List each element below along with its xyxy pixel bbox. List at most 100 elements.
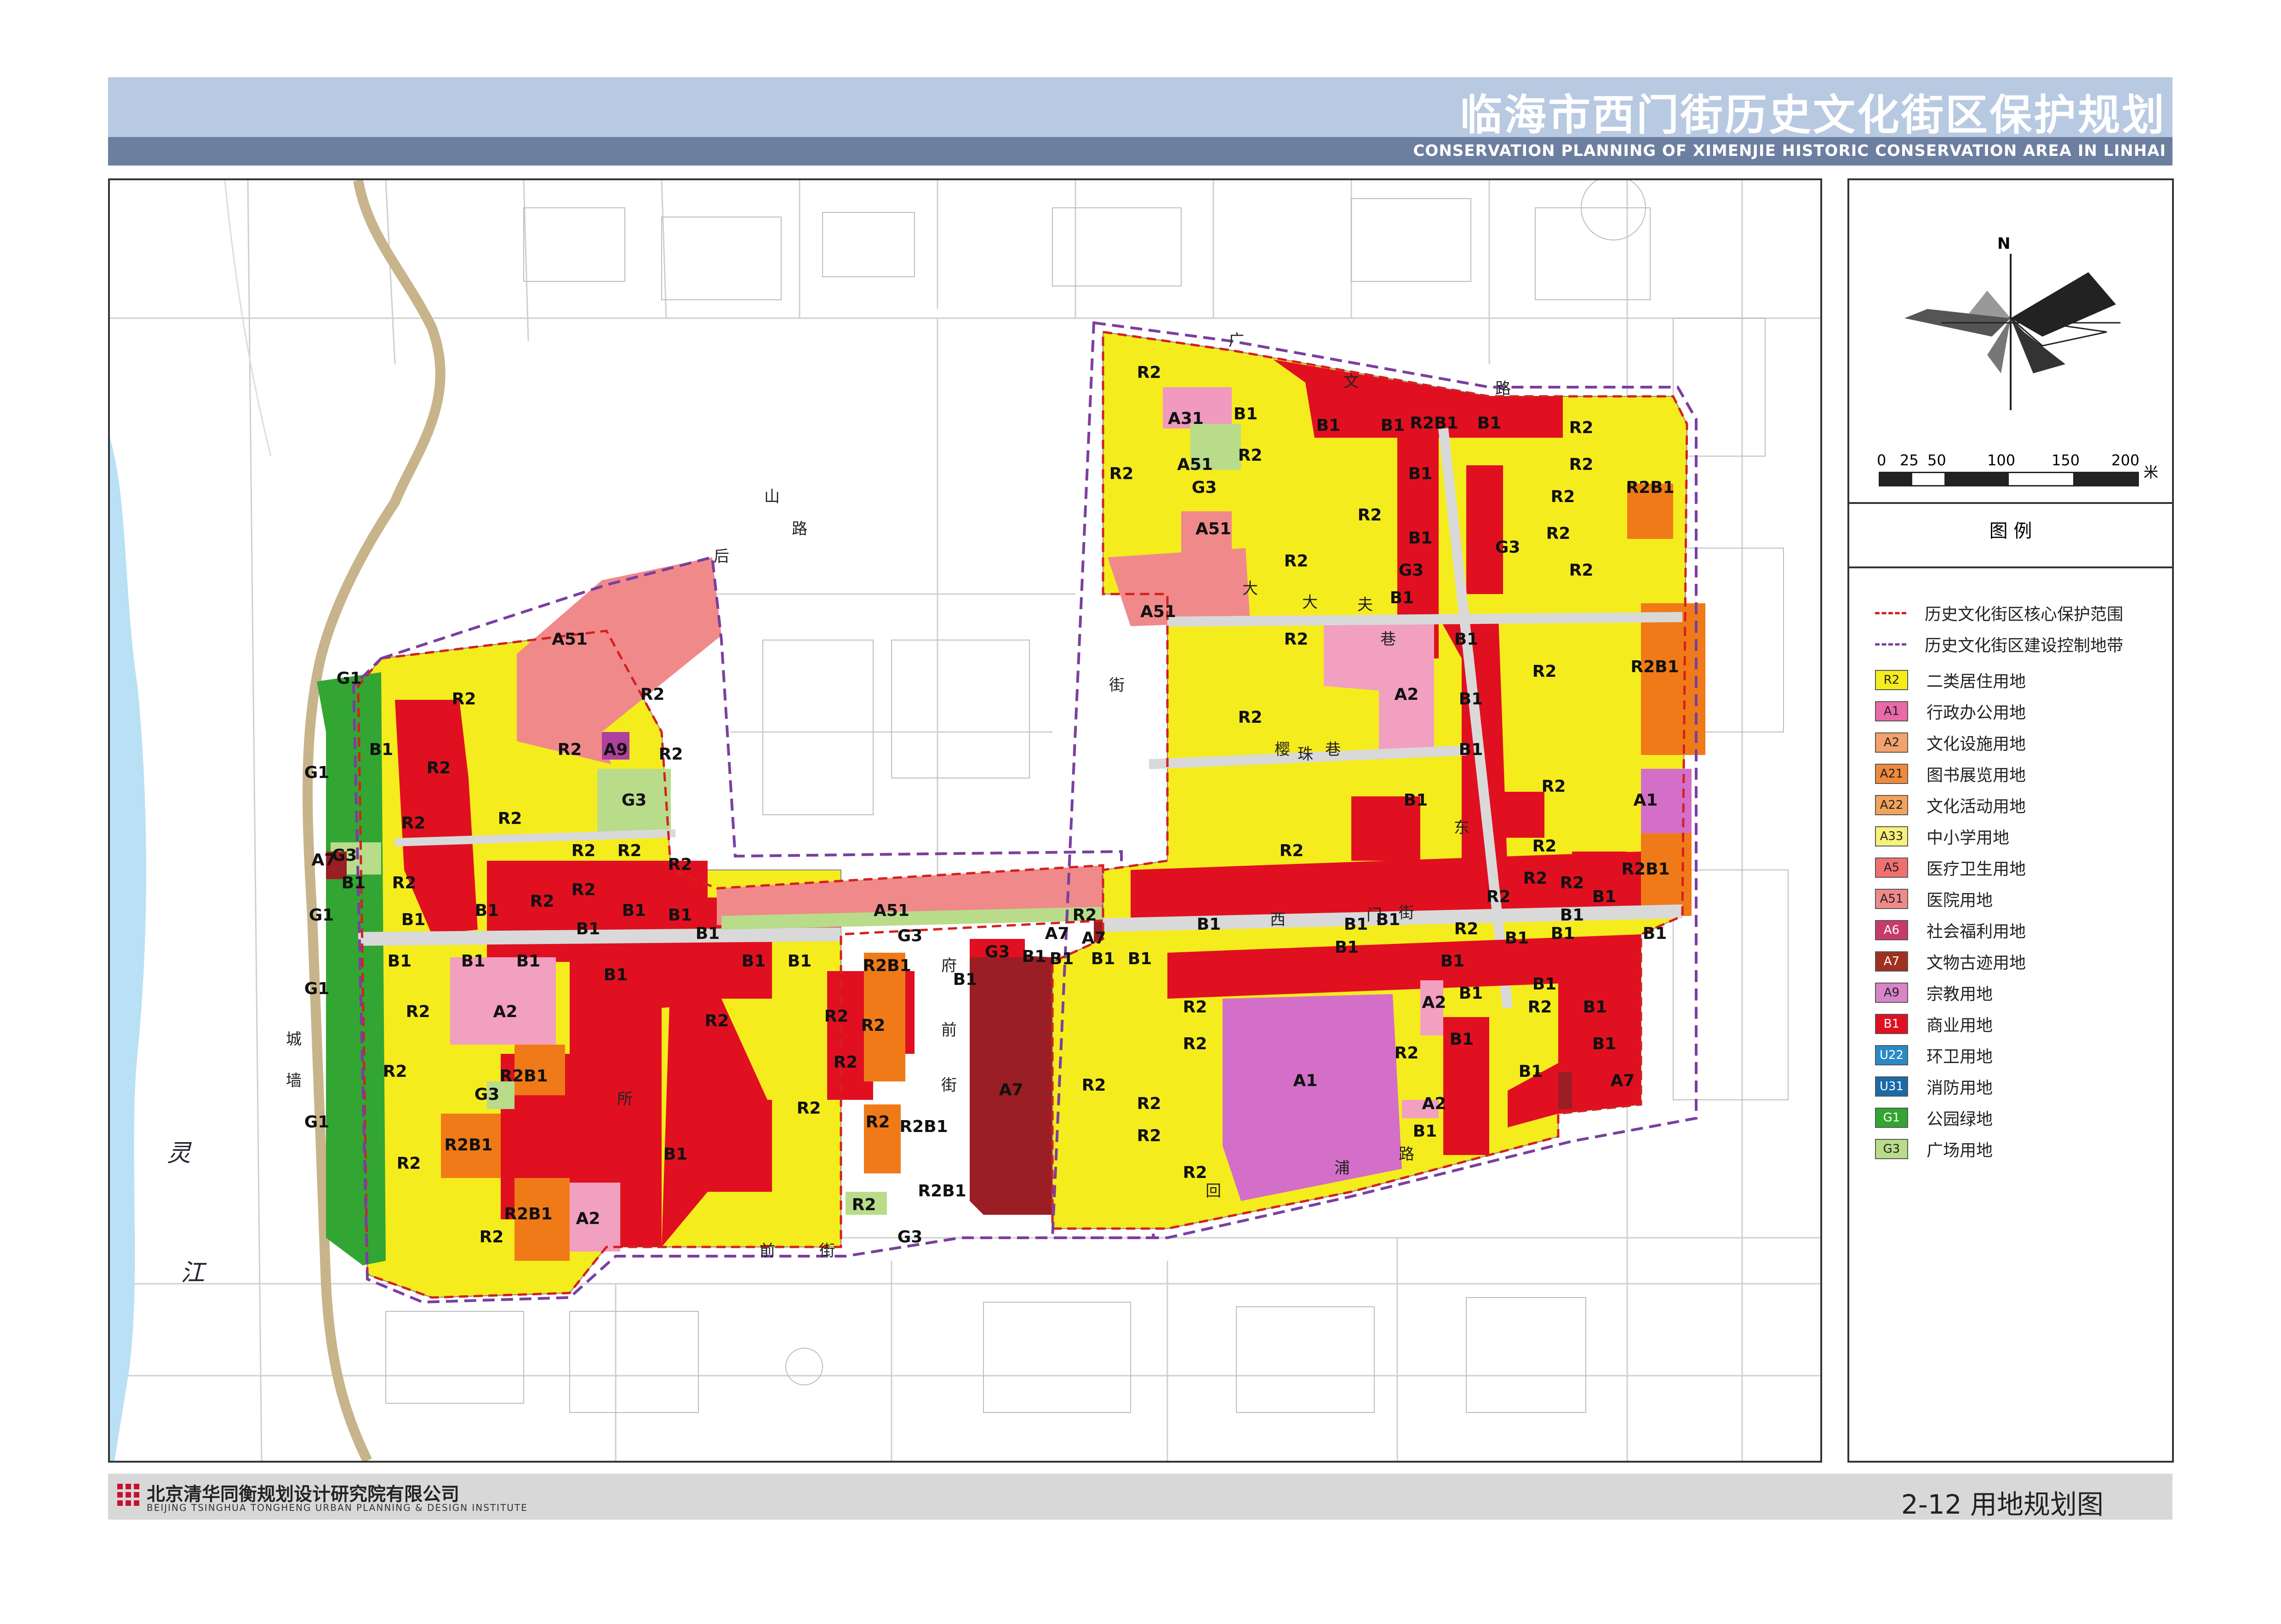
- svg-text:樱: 樱: [1275, 741, 1290, 759]
- svg-text:街: 街: [1109, 676, 1125, 695]
- svg-text:B1: B1: [696, 924, 720, 943]
- svg-text:A9: A9: [604, 740, 628, 759]
- svg-text:B1: B1: [461, 952, 486, 971]
- svg-text:R2: R2: [861, 1016, 886, 1035]
- legend-item-G1: G1 公园绿地: [1875, 1106, 1993, 1129]
- svg-text:R2: R2: [1569, 561, 1594, 580]
- legend-item-R2: R2 二类居住用地: [1875, 669, 2026, 692]
- svg-text:R2: R2: [1238, 708, 1263, 727]
- svg-text:广: 广: [1229, 332, 1244, 350]
- land-use-map[interactable]: G1 A51 R2 R2 B1 R2 G1 R2 A9 R2 G3 R2 R2 …: [108, 178, 1822, 1463]
- svg-text:A7: A7: [1045, 924, 1069, 943]
- svg-text:B1: B1: [1643, 924, 1667, 943]
- svg-text:A2: A2: [576, 1209, 600, 1228]
- svg-text:R2B1: R2B1: [918, 1182, 966, 1201]
- svg-text:R2B1: R2B1: [1626, 478, 1674, 497]
- legend-title: 图 例: [1989, 520, 2032, 542]
- svg-text:B1: B1: [1532, 975, 1557, 994]
- svg-text:B1: B1: [1592, 1035, 1617, 1053]
- svg-text:B1: B1: [1459, 984, 1483, 1003]
- scale-bar: 0 25 50 100 150 200 米: [1877, 452, 2158, 493]
- svg-text:R2: R2: [1238, 446, 1263, 465]
- svg-text:文: 文: [1343, 373, 1359, 391]
- svg-text:R2B1: R2B1: [499, 1067, 548, 1086]
- svg-text:R2: R2: [558, 740, 582, 759]
- svg-text:R2: R2: [659, 745, 683, 764]
- svg-text:A7: A7: [312, 851, 336, 869]
- wind-rose-icon: [1904, 254, 2121, 410]
- svg-text:R2: R2: [1073, 906, 1097, 925]
- svg-text:R2: R2: [1284, 630, 1309, 649]
- svg-text:G1: G1: [337, 669, 362, 688]
- svg-text:B1: B1: [1459, 740, 1483, 759]
- svg-text:R2: R2: [1523, 869, 1548, 888]
- svg-text:B1: B1: [1404, 791, 1428, 810]
- svg-text:R2: R2: [640, 685, 665, 704]
- svg-text:R2: R2: [1183, 1163, 1207, 1182]
- svg-text:R2: R2: [1542, 777, 1566, 796]
- svg-text:A2: A2: [493, 1002, 518, 1021]
- svg-text:R2B1: R2B1: [899, 1117, 948, 1136]
- svg-text:前: 前: [760, 1242, 775, 1260]
- svg-text:R2: R2: [1284, 552, 1309, 571]
- svg-text:R2: R2: [1183, 998, 1207, 1017]
- svg-text:R2: R2: [834, 1053, 858, 1072]
- legend-item-A33: A33 中小学用地: [1875, 825, 2009, 848]
- svg-text:R2B1: R2B1: [1630, 658, 1679, 676]
- svg-text:B1: B1: [668, 906, 692, 925]
- svg-text:A1: A1: [1293, 1071, 1318, 1090]
- svg-text:R2: R2: [1137, 1127, 1161, 1145]
- legend-item-A6: A6 社会福利用地: [1875, 919, 2026, 942]
- svg-text:R2: R2: [617, 841, 642, 860]
- svg-text:R2: R2: [383, 1062, 407, 1081]
- svg-text:大: 大: [1302, 594, 1318, 612]
- svg-text:B1: B1: [1390, 589, 1414, 607]
- svg-text:G3: G3: [622, 791, 647, 810]
- page-title: 临海市西门街历史文化街区保护规划: [1459, 91, 2166, 140]
- svg-text:B1: B1: [1316, 416, 1341, 435]
- footer: 北京清华同衡规划设计研究院有限公司 BEIJING TSINGHUA TONGH…: [108, 1474, 2172, 1520]
- svg-text:B1: B1: [1408, 464, 1433, 483]
- svg-text:B1: B1: [1022, 947, 1046, 966]
- svg-text:东: 东: [1454, 819, 1469, 837]
- svg-text:B1: B1: [1505, 929, 1529, 948]
- legend-item-U31: U31 消防用地: [1875, 1075, 1993, 1098]
- svg-text:前: 前: [941, 1021, 957, 1040]
- svg-text:B1: B1: [1128, 949, 1152, 968]
- svg-text:B1: B1: [622, 901, 646, 920]
- legend-item-G3: G3 广场用地: [1875, 1138, 1993, 1161]
- page-subtitle: CONSERVATION PLANNING OF XIMENJIE HISTOR…: [1413, 142, 2166, 160]
- legend-item-A2: A2 文化设施用地: [1875, 731, 2026, 754]
- svg-text:R2B1: R2B1: [1621, 860, 1669, 879]
- svg-text:街: 街: [1399, 904, 1414, 922]
- svg-text:B1: B1: [1459, 690, 1483, 709]
- legend-item-A5: A5 医疗卫生用地: [1875, 856, 2026, 879]
- svg-text:R2: R2: [1280, 841, 1304, 860]
- institute-logo-icon: [117, 1484, 139, 1506]
- legend-core-boundary: 历史文化街区核心保护范围: [1875, 601, 2123, 624]
- svg-text:A2: A2: [1422, 1094, 1446, 1113]
- svg-text:路: 路: [1399, 1145, 1414, 1164]
- svg-text:B1: B1: [1441, 952, 1465, 971]
- svg-text:R2: R2: [797, 1099, 821, 1118]
- svg-text:R2: R2: [1137, 363, 1161, 382]
- svg-text:路: 路: [1495, 380, 1511, 398]
- svg-text:回: 回: [1206, 1182, 1221, 1201]
- svg-text:R2: R2: [406, 1002, 430, 1021]
- svg-text:A2: A2: [1422, 993, 1446, 1012]
- svg-text:G3: G3: [1192, 478, 1217, 497]
- svg-text:R2: R2: [1358, 506, 1382, 525]
- legend-item-A1: A1 行政办公用地: [1875, 700, 2026, 723]
- svg-text:R2B1: R2B1: [863, 956, 911, 975]
- svg-text:R2: R2: [705, 1012, 729, 1030]
- svg-text:B1: B1: [1234, 405, 1258, 423]
- svg-text:G1: G1: [309, 906, 334, 925]
- svg-text:R2: R2: [1082, 1076, 1106, 1095]
- svg-text:R2: R2: [1560, 874, 1584, 892]
- svg-text:R2: R2: [1569, 418, 1594, 437]
- svg-text:R2: R2: [1137, 1094, 1161, 1113]
- svg-text:R2B1: R2B1: [1410, 414, 1458, 433]
- svg-text:门: 门: [1366, 906, 1382, 925]
- svg-text:A1: A1: [1634, 791, 1658, 810]
- svg-text:R2: R2: [668, 855, 692, 874]
